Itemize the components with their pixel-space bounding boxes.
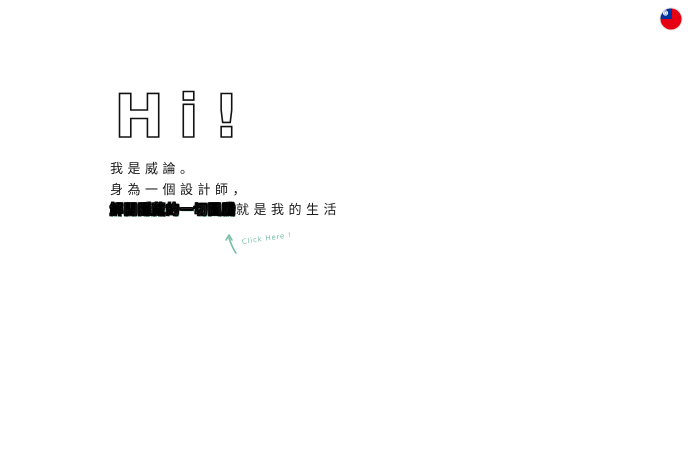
language-toggle-button[interactable] xyxy=(659,7,683,31)
hero-section: Hi! 我是威論。 身為一個設計師， 解開隱藏的一切圖騰就是我的生活 xyxy=(110,82,341,222)
greeting-title: Hi! xyxy=(113,82,255,152)
intro-line-3-suffix: 就是我的生活 xyxy=(236,203,342,218)
taiwan-flag-icon xyxy=(659,7,683,31)
highlight-link[interactable]: 解開隱藏的一切圖騰 xyxy=(110,203,236,218)
intro-line-1: 我是威論。 xyxy=(110,162,198,177)
intro-line-3: 解開隱藏的一切圖騰就是我的生活 xyxy=(110,201,341,222)
click-hint-label: Click Here ! xyxy=(241,231,293,246)
curved-arrow-up-icon xyxy=(225,234,237,254)
intro-line-2: 身為一個設計師， xyxy=(110,182,251,198)
page: Hi! 我是威論。 身為一個設計師， 解開隱藏的一切圖騰就是我的生活 Click… xyxy=(0,0,696,450)
click-hint: Click Here ! xyxy=(224,231,304,256)
